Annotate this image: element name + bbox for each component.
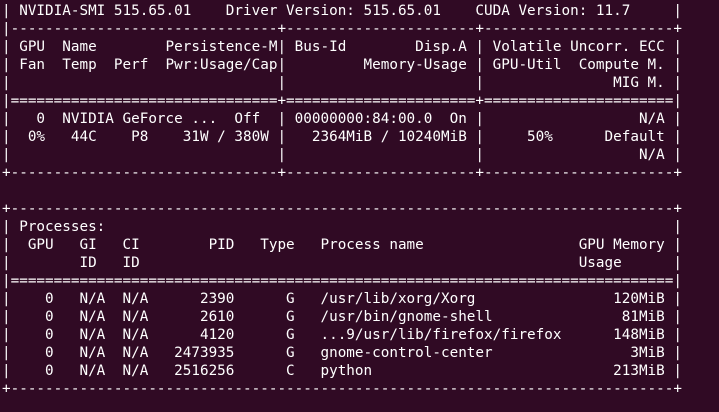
nvidia-smi-output: | NVIDIA-SMI 515.65.01 Driver Version: 5… — [2, 2, 682, 398]
gpu-table-header-row-3: | | | MIG M. | — [2, 75, 682, 91]
gpu-table-header-row-1: | GPU Name Persistence-M| Bus-Id Disp.A … — [2, 39, 682, 55]
processes-title: | Processes: | — [2, 219, 682, 235]
header-versions-line: | NVIDIA-SMI 515.65.01 Driver Version: 5… — [2, 3, 682, 19]
gpu-row-usage: | 0% 44C P8 31W / 380W | 2364MiB / 10240… — [2, 129, 682, 145]
table-separator: |-------------------------------+-------… — [2, 21, 682, 37]
process-row-gnome-shell: | 0 N/A N/A 2610 G /usr/bin/gnome-shell … — [2, 309, 682, 325]
gpu-table-header-row-2: | Fan Temp Perf Pwr:Usage/Cap| Memory-Us… — [2, 57, 682, 73]
processes-header-row-2: | ID ID Usage | — [2, 255, 682, 271]
gpu-row-name: | 0 NVIDIA GeForce ... Off | 00000000:84… — [2, 111, 682, 127]
processes-table-top-border: +---------------------------------------… — [2, 201, 682, 217]
processes-header-divider: |=======================================… — [2, 273, 682, 289]
process-row-python: | 0 N/A N/A 2516256 C python 213MiB | — [2, 363, 682, 379]
processes-header-row-1: | GPU GI CI PID Type Process name GPU Me… — [2, 237, 682, 253]
terminal-window[interactable]: | NVIDIA-SMI 515.65.01 Driver Version: 5… — [0, 0, 719, 412]
process-row-gnome-control-center: | 0 N/A N/A 2473935 G gnome-control-cent… — [2, 345, 682, 361]
gpu-row-mig: | | | N/A | — [2, 147, 682, 163]
process-row-firefox: | 0 N/A N/A 4120 G ...9/usr/lib/firefox/… — [2, 327, 682, 343]
table-header-divider: |===============================+=======… — [2, 93, 682, 109]
processes-table-bottom-border: +---------------------------------------… — [2, 381, 682, 397]
gpu-table-bottom-border: +-------------------------------+-------… — [2, 165, 682, 181]
process-row-xorg: | 0 N/A N/A 2390 G /usr/lib/xorg/Xorg 12… — [2, 291, 682, 307]
